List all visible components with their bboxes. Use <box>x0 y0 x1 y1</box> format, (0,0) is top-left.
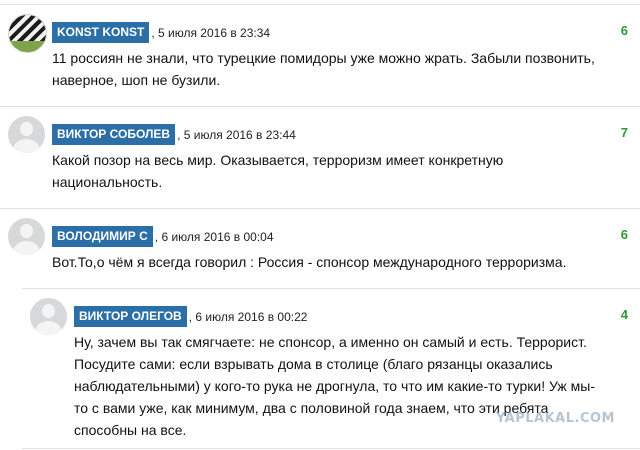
comment-date: , 6 июля 2016 в 00:04 <box>154 229 274 244</box>
author-link[interactable]: ВИКТОР ОЛЕГОВ <box>74 306 187 327</box>
comment-date: , 5 июля 2016 в 23:44 <box>177 127 296 142</box>
comment-meta: KONST KONST , 5 июля 2016 в 23:34 <box>52 22 270 43</box>
avatar-grass <box>9 41 46 52</box>
comment-rating: 6 <box>620 227 628 242</box>
comment-meta: ВИКТОР ОЛЕГОВ , 6 июля 2016 в 00:22 <box>74 306 307 327</box>
comment-rating: 7 <box>620 125 628 140</box>
author-link[interactable]: ВОЛОДИМИР С <box>52 226 153 247</box>
author-link[interactable]: KONST KONST <box>52 22 150 43</box>
comment: ВОЛОДИМИР С , 6 июля 2016 в 00:04 6 Вот.… <box>0 208 640 289</box>
comment-rating: 6 <box>620 23 628 38</box>
avatar[interactable] <box>8 14 47 53</box>
comment: ВИКТОР СОБОЛЕВ , 5 июля 2016 в 23:44 7 К… <box>0 106 640 211</box>
avatar-body-shape <box>13 241 40 255</box>
comments-page: KONST KONST , 5 июля 2016 в 23:34 6 11 р… <box>0 0 640 450</box>
avatar-body-shape <box>35 321 62 335</box>
comment-rating: 4 <box>620 307 628 322</box>
comment-text: Вот.То,о чём я всегда говорил : Россия -… <box>52 254 567 270</box>
avatar-head-shape <box>20 224 33 238</box>
divider <box>22 448 640 449</box>
avatar[interactable] <box>8 218 45 255</box>
avatar-body-shape <box>13 139 40 153</box>
avatar[interactable] <box>30 298 67 335</box>
comment-meta: ВОЛОДИМИР С , 6 июля 2016 в 00:04 <box>52 226 274 247</box>
comment-date: , 6 июля 2016 в 00:22 <box>188 309 308 324</box>
site-watermark: YAPLAKAL.COM <box>496 411 615 426</box>
avatar[interactable] <box>8 116 45 153</box>
comment-text: Какой позор на весь мир. Оказывается, те… <box>52 152 504 190</box>
comment-meta: ВИКТОР СОБОЛЕВ , 5 июля 2016 в 23:44 <box>52 124 296 145</box>
comment: KONST KONST , 5 июля 2016 в 23:34 6 11 р… <box>0 4 640 107</box>
author-link[interactable]: ВИКТОР СОБОЛЕВ <box>52 124 176 145</box>
comment-date: , 5 июля 2016 в 23:34 <box>151 25 271 40</box>
avatar-head-shape <box>42 304 55 318</box>
comment-text: 11 россиян не знали, что турецкие помидо… <box>52 50 595 88</box>
avatar-head-shape <box>20 122 33 136</box>
